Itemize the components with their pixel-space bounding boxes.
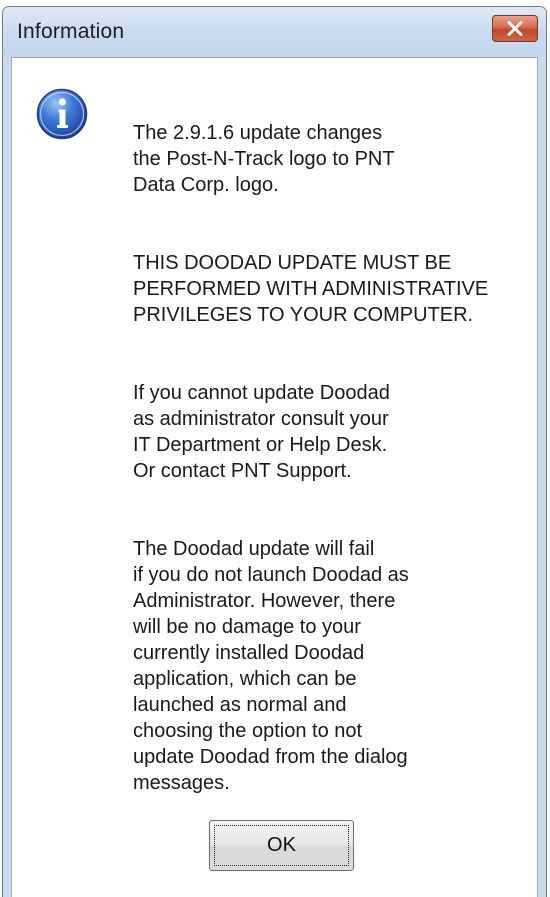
title-bar[interactable]: Information [3, 7, 546, 57]
message-paragraph: The 2.9.1.6 update changes the Post-N-Tr… [133, 122, 395, 196]
dialog-content: The 2.9.1.6 update changes the Post-N-Tr… [11, 57, 538, 897]
close-button[interactable] [492, 15, 538, 42]
ok-button[interactable]: OK [209, 820, 354, 871]
message-paragraph: If you cannot update Doodad as administr… [133, 382, 390, 482]
info-icon [36, 88, 88, 140]
message-text: The 2.9.1.6 update changes the Post-N-Tr… [133, 94, 513, 822]
dialog-window: Information The 2.9.1.6 update changes t… [2, 6, 547, 897]
message-paragraph: The Doodad update will fail if you do no… [133, 538, 409, 794]
message-paragraph: THIS DOODAD UPDATE MUST BE PERFORMED WIT… [133, 252, 489, 326]
window-title: Information [17, 20, 125, 43]
close-icon [507, 21, 523, 36]
ok-button-label: OK [267, 834, 296, 856]
